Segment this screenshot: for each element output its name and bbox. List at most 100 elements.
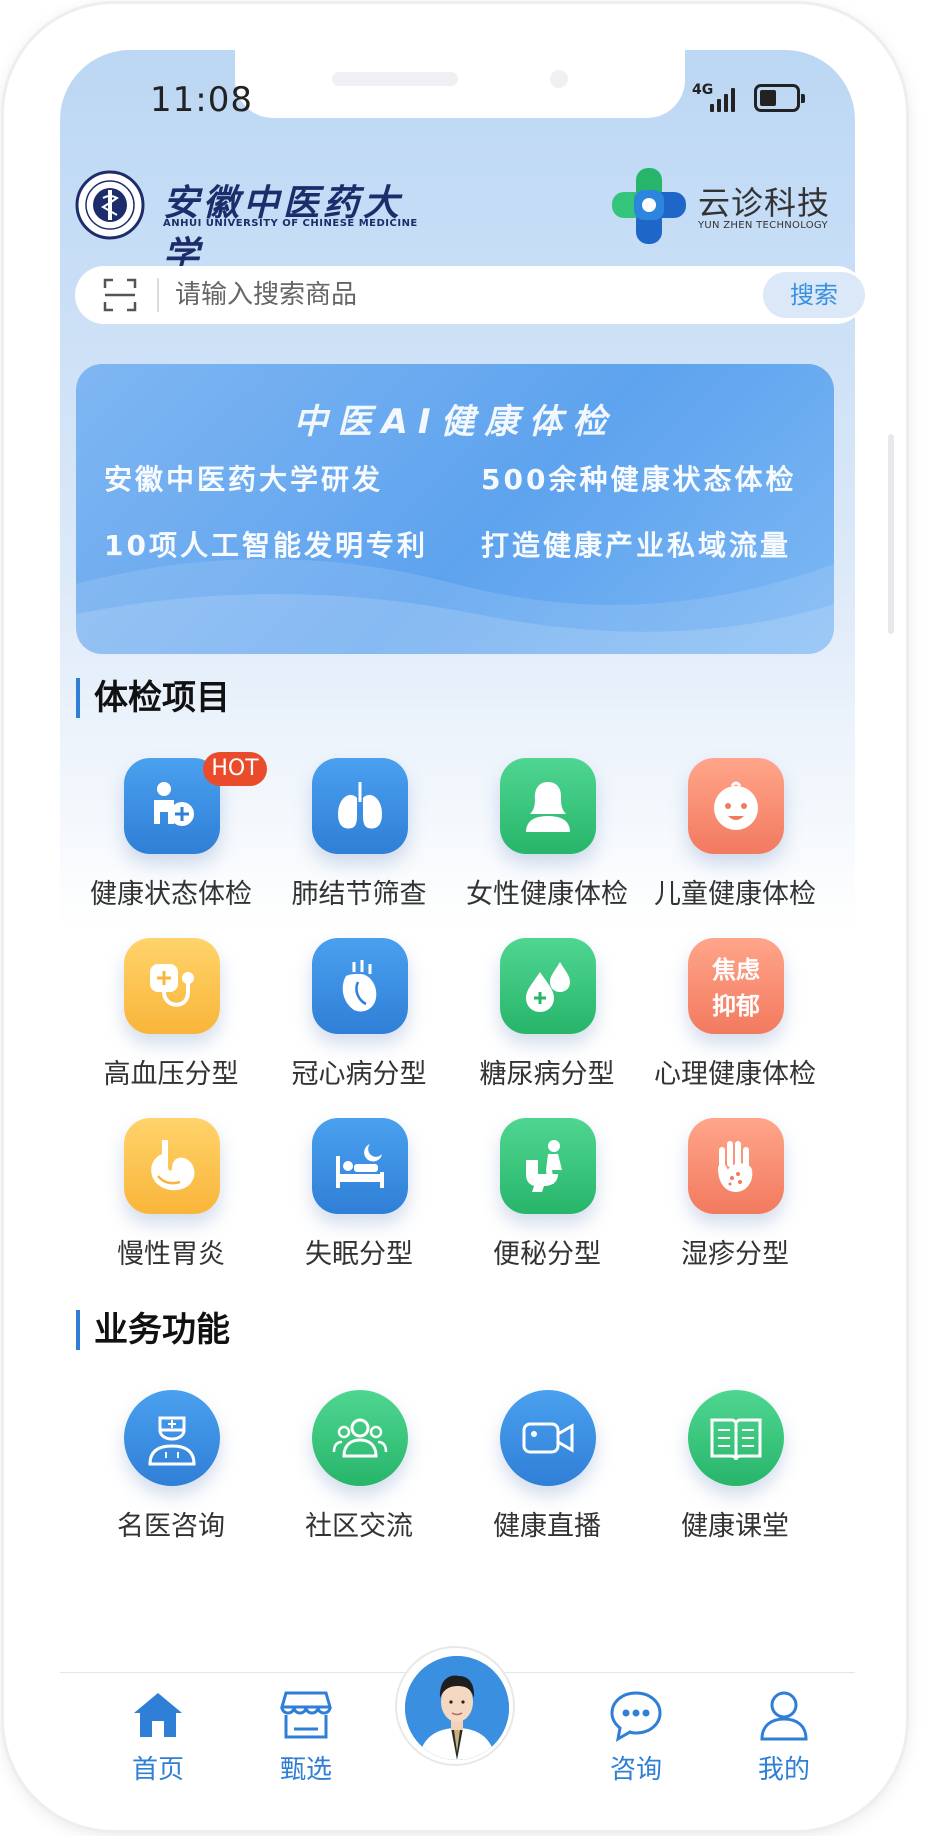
business-item-label: 名医咨询 [117, 1511, 225, 1542]
speaker [332, 72, 458, 86]
university-name-en: ANHUI UNIVERSITY OF CHINESE MEDICINE [163, 218, 418, 229]
nav-item-mine[interactable]: 我的 [724, 1687, 844, 1787]
exam-tile [124, 938, 220, 1034]
battery-icon [754, 84, 805, 112]
doctor-avatar [405, 1656, 509, 1760]
heart-organ-icon [342, 960, 377, 1012]
scan-icon[interactable] [103, 278, 137, 312]
status-time: 11:08 [150, 80, 253, 120]
search-button[interactable]: 搜索 [763, 272, 865, 318]
exam-item-label: 心理健康体检 [654, 1059, 816, 1090]
video-camera-icon [522, 1422, 574, 1454]
notch [235, 50, 685, 118]
exam-item-hypertension[interactable]: 高血压分型 [76, 938, 266, 1098]
business-item-label: 社区交流 [305, 1511, 413, 1542]
doctor-icon [148, 1416, 196, 1466]
exam-item-mental-health[interactable]: 焦虑 抑郁 心理健康体检 [640, 938, 830, 1098]
hot-badge: HOT [203, 752, 267, 786]
store-icon [280, 1691, 332, 1739]
user-icon [760, 1691, 808, 1741]
exam-item-label: 慢性胃炎 [117, 1239, 225, 1270]
exam-item-label: 女性健康体检 [466, 879, 628, 910]
home-icon [134, 1693, 182, 1737]
toilet-person-icon [526, 1140, 562, 1192]
yunzhen-logo-icon [612, 168, 686, 244]
banner-title: 中医AI健康体检 [293, 402, 617, 442]
section-title-exam: 体检项目 [76, 678, 230, 718]
exam-tile anxiety-text-icon: 焦虑 抑郁 [688, 938, 784, 1034]
exam-tile [500, 758, 596, 854]
business-item-label: 健康课堂 [681, 1511, 789, 1542]
exam-item-constipation[interactable]: 便秘分型 [452, 1118, 642, 1278]
chat-icon [610, 1691, 662, 1742]
exam-item-label: 失眠分型 [305, 1239, 413, 1270]
exam-item-label: 便秘分型 [493, 1239, 601, 1270]
brand-logo: 云诊科技 YUN ZHEN TECHNOLOGY [612, 168, 842, 244]
business-item-community[interactable]: 社区交流 [264, 1390, 454, 1550]
exam-item-label: 冠心病分型 [291, 1059, 427, 1090]
exam-item-diabetes[interactable]: 糖尿病分型 [452, 938, 642, 1098]
lungs-icon [338, 782, 382, 829]
stomach-icon [151, 1140, 195, 1191]
search-input[interactable] [175, 276, 695, 314]
nav-item-consult[interactable]: 咨询 [576, 1687, 696, 1787]
exam-item-label: 健康状态体检 [90, 879, 252, 910]
business-item-live[interactable]: 健康直播 [452, 1390, 642, 1550]
exam-tile [312, 938, 408, 1034]
business-tile [688, 1390, 784, 1486]
exam-tile [312, 758, 408, 854]
business-item-doctor-consult[interactable]: 名医咨询 [76, 1390, 266, 1550]
promo-banner[interactable]: 中医AI健康体检 安徽中医药大学研发 500余种健康状态体检 10项人工智能发明… [76, 364, 834, 654]
anxiety-text-icon: 焦虑 抑郁 [688, 952, 784, 1024]
hand-rash-icon [718, 1141, 753, 1192]
drops-icon [526, 962, 570, 1012]
phone-side-button [888, 434, 894, 634]
baby-face-icon [714, 781, 758, 830]
exam-tile [500, 938, 596, 1034]
exam-tile [124, 1118, 220, 1214]
banner-wave-decoration [76, 559, 834, 654]
search-bar: 搜索 [75, 266, 865, 324]
exam-tile [312, 1118, 408, 1214]
exam-item-eczema[interactable]: 湿疹分型 [640, 1118, 830, 1278]
exam-item-label: 儿童健康体检 [654, 879, 816, 910]
signal-icon [710, 86, 740, 112]
banner-item: 500余种健康状态体检 [481, 463, 797, 496]
banner-item: 安徽中医药大学研发 [104, 463, 384, 496]
exam-item-label: 湿疹分型 [681, 1239, 789, 1270]
exam-tile [688, 1118, 784, 1214]
university-logo: 安徽中医药大学 ANHUI UNIVERSITY OF CHINESE MEDI… [75, 170, 418, 276]
business-tile [500, 1390, 596, 1486]
status-icons: 4G [692, 82, 805, 116]
search-divider [157, 278, 159, 312]
exam-item-women-health[interactable]: 女性健康体检 [452, 758, 642, 918]
exam-item-coronary[interactable]: 冠心病分型 [264, 938, 454, 1098]
business-item-classroom[interactable]: 健康课堂 [640, 1390, 830, 1550]
ai-doctor-avatar-button[interactable] [395, 1646, 515, 1766]
nav-label: 甄选 [279, 1755, 332, 1785]
exam-item-gastritis[interactable]: 慢性胃炎 [76, 1118, 266, 1278]
nav-label: 咨询 [609, 1755, 662, 1785]
exam-tile [500, 1118, 596, 1214]
nav-item-select[interactable]: 甄选 [246, 1687, 366, 1787]
exam-item-insomnia[interactable]: 失眠分型 [264, 1118, 454, 1278]
business-item-label: 健康直播 [493, 1511, 601, 1542]
woman-icon [526, 782, 570, 832]
tile-text-line: 抑郁 [712, 992, 760, 1020]
bed-moon-icon [336, 1144, 384, 1188]
banner-item: 10项人工智能发明专利 [104, 529, 428, 562]
brand-name-cn: 云诊科技 [698, 184, 831, 222]
community-icon [332, 1418, 388, 1458]
banner-item: 打造健康产业私域流量 [481, 529, 792, 562]
tile-text-line: 焦虑 [712, 956, 760, 984]
nav-label: 首页 [131, 1755, 184, 1785]
exam-item-label: 糖尿病分型 [479, 1059, 615, 1090]
exam-tile [688, 758, 784, 854]
exam-item-child-health[interactable]: 儿童健康体检 [640, 758, 830, 918]
stethoscope-icon [150, 964, 194, 1007]
exam-item-label: 肺结节筛查 [291, 879, 427, 910]
nav-item-home[interactable]: 首页 [98, 1687, 218, 1787]
doctor-portrait-icon [405, 1656, 509, 1760]
person-plus-icon [154, 782, 194, 826]
exam-item-lung-nodule[interactable]: 肺结节筛查 [264, 758, 454, 918]
